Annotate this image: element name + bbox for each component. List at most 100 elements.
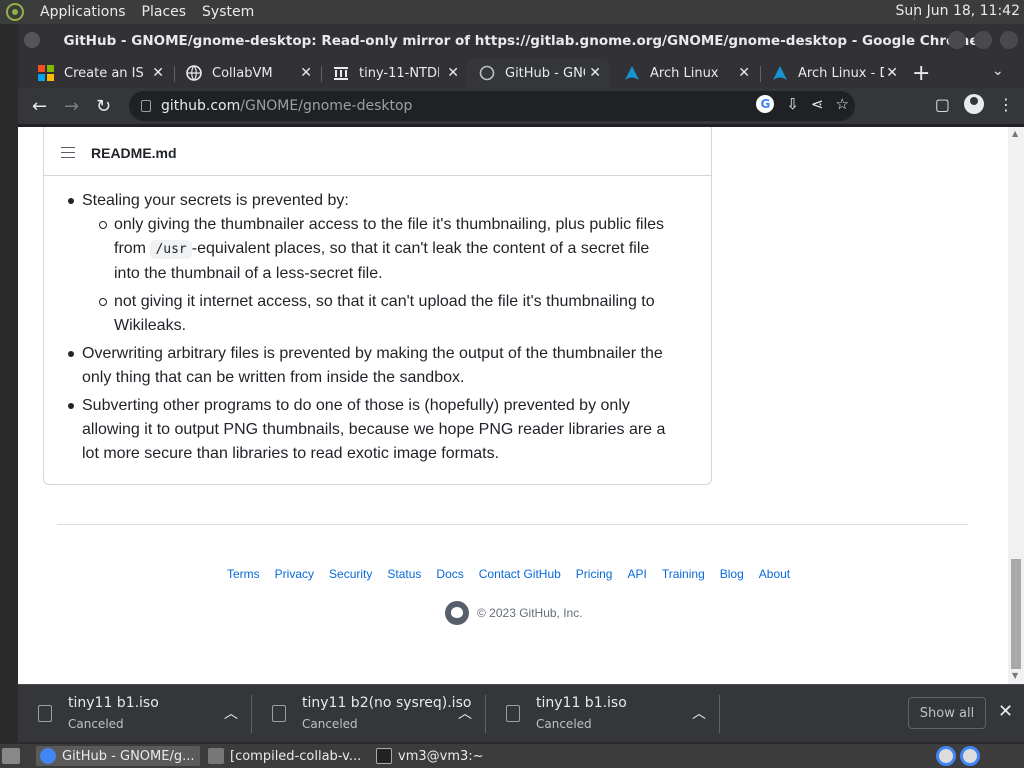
tab-title: GitHub - GNOME: [505, 65, 585, 81]
footer-link-api[interactable]: API: [627, 567, 646, 581]
download-item[interactable]: tiny11 b1.iso Canceled ︿: [18, 685, 252, 743]
taskbar-item-terminal[interactable]: vm3@vm3:~: [372, 746, 536, 766]
show-all-downloads-button[interactable]: Show all: [908, 697, 986, 729]
download-shelf: tiny11 b1.iso Canceled ︿ tiny11 b2(no sy…: [18, 684, 1024, 742]
tab-title: Arch Linux - D: [798, 65, 884, 81]
chrome-window: GitHub - GNOME/gnome-desktop: Read-only …: [18, 24, 1024, 742]
github-icon: [479, 65, 495, 81]
microsoft-icon: [38, 65, 54, 81]
readme-header: README.md: [44, 127, 711, 176]
install-app-icon[interactable]: ⇩: [786, 95, 799, 113]
download-status: Canceled: [536, 717, 592, 731]
list-item: Stealing your secrets is prevented by: o…: [68, 189, 667, 338]
applications-menu[interactable]: Applications: [32, 4, 134, 20]
profile-avatar-icon[interactable]: [964, 94, 984, 114]
share-icon[interactable]: ⋖: [811, 95, 824, 113]
footer-link-pricing[interactable]: Pricing: [576, 567, 613, 581]
arch-icon: [773, 66, 787, 80]
system-tray: [936, 746, 980, 766]
tab-github[interactable]: GitHub - GNOME ✕: [467, 58, 609, 88]
taskbar-item-collab[interactable]: [compiled-collab-v...: [204, 746, 368, 766]
web-page: README.md Stealing your secrets is preve…: [18, 127, 1008, 684]
page-scrollbar[interactable]: ▲ ▼: [1008, 127, 1024, 684]
tab-strip: Create an ISO ✕ CollabVM ✕ tiny-11-NTDEV…: [18, 58, 1024, 88]
chrome-tray-icon[interactable]: [936, 746, 956, 766]
gnome-foot-icon[interactable]: [6, 3, 24, 21]
tab-arch-linux[interactable]: Arch Linux ✕: [612, 58, 758, 88]
github-logo-icon[interactable]: [445, 601, 469, 625]
download-status: Canceled: [68, 717, 124, 731]
footer-link-contact[interactable]: Contact GitHub: [479, 567, 561, 581]
tab-create-iso[interactable]: Create an ISO ✕: [26, 58, 172, 88]
scroll-down-icon[interactable]: ▼: [1012, 671, 1018, 680]
new-tab-icon[interactable]: +: [912, 61, 930, 86]
download-filename: tiny11 b1.iso: [68, 695, 159, 711]
address-bar[interactable]: github.com/GNOME/gnome-desktop G ⇩ ⋖ ☆: [129, 91, 855, 121]
scrollbar-thumb[interactable]: [1011, 559, 1021, 669]
footer-links: Terms Privacy Security Status Docs Conta…: [227, 567, 805, 581]
footer-link-privacy[interactable]: Privacy: [275, 567, 314, 581]
list-item: Subverting other programs to do one of t…: [68, 394, 667, 466]
clock[interactable]: Sun Jun 18, 11:42: [896, 3, 1020, 19]
footer-copyright: © 2023 GitHub, Inc.: [445, 601, 583, 625]
minimize-icon[interactable]: [948, 31, 966, 49]
lock-icon[interactable]: [141, 100, 151, 112]
file-icon: [272, 705, 286, 722]
download-item[interactable]: tiny11 b1.iso Canceled ︿: [486, 685, 720, 743]
file-icon: [506, 705, 520, 722]
file-manager-icon: [208, 748, 224, 764]
download-item[interactable]: tiny11 b2(no sysreq).iso Canceled ︿: [252, 685, 486, 743]
file-icon: [38, 705, 52, 722]
maximize-icon[interactable]: [974, 31, 992, 49]
places-menu[interactable]: Places: [134, 4, 195, 20]
scroll-up-icon[interactable]: ▲: [1012, 129, 1018, 138]
close-tab-icon[interactable]: ✕: [886, 65, 898, 81]
forward-icon[interactable]: →: [64, 96, 79, 117]
chevron-up-icon[interactable]: ︿: [458, 703, 472, 723]
back-icon[interactable]: ←: [32, 96, 47, 117]
footer-divider: [57, 524, 968, 525]
close-tab-icon[interactable]: ✕: [152, 65, 164, 81]
footer-link-docs[interactable]: Docs: [436, 567, 463, 581]
chrome-menu-icon[interactable]: ⋮: [998, 95, 1014, 114]
browser-toolbar: ← → ↻ github.com/GNOME/gnome-desktop G ⇩…: [18, 88, 1024, 124]
globe-icon: [186, 65, 202, 81]
arch-icon: [625, 66, 639, 80]
download-filename: tiny11 b2(no sysreq).iso: [302, 695, 472, 711]
footer-link-terms[interactable]: Terms: [227, 567, 260, 581]
bottom-taskbar: GitHub - GNOME/g... [compiled-collab-v..…: [0, 744, 1024, 768]
chrome-tray-icon[interactable]: [960, 746, 980, 766]
side-panel-icon[interactable]: ▢: [935, 95, 950, 114]
outline-list-icon[interactable]: [61, 146, 75, 159]
close-tab-icon[interactable]: ✕: [300, 65, 312, 81]
footer-link-training[interactable]: Training: [662, 567, 705, 581]
footer-link-status[interactable]: Status: [387, 567, 421, 581]
close-window-icon[interactable]: [1000, 31, 1018, 49]
show-desktop-icon[interactable]: [2, 748, 20, 764]
close-tab-icon[interactable]: ✕: [738, 65, 750, 81]
tab-tiny11[interactable]: tiny-11-NTDEV ✕: [321, 58, 467, 88]
close-tab-icon[interactable]: ✕: [589, 65, 601, 81]
reload-icon[interactable]: ↻: [96, 96, 111, 117]
readme-content: Stealing your secrets is prevented by: o…: [68, 189, 667, 470]
tab-title: CollabVM: [212, 65, 273, 81]
taskbar-item-chrome[interactable]: GitHub - GNOME/g...: [36, 746, 200, 766]
tab-search-chevron-icon[interactable]: ⌄: [992, 63, 1004, 79]
close-shelf-icon[interactable]: ✕: [998, 701, 1013, 722]
chevron-up-icon[interactable]: ︿: [692, 703, 706, 723]
footer-link-blog[interactable]: Blog: [720, 567, 744, 581]
tab-collabvm[interactable]: CollabVM ✕: [174, 58, 320, 88]
window-menu-icon[interactable]: [24, 32, 40, 48]
terminal-icon: [376, 748, 392, 764]
close-tab-icon[interactable]: ✕: [447, 65, 459, 81]
readme-title[interactable]: README.md: [91, 145, 177, 161]
system-menu[interactable]: System: [194, 4, 262, 20]
footer-link-about[interactable]: About: [759, 567, 790, 581]
google-lens-icon[interactable]: G: [756, 95, 775, 113]
window-titlebar[interactable]: GitHub - GNOME/gnome-desktop: Read-only …: [18, 24, 1024, 58]
bookmark-star-icon[interactable]: ☆: [836, 95, 849, 113]
list-item: not giving it internet access, so that i…: [99, 290, 667, 338]
footer-link-security[interactable]: Security: [329, 567, 372, 581]
chevron-up-icon[interactable]: ︿: [224, 703, 238, 723]
tab-arch-linux-d[interactable]: Arch Linux - D ✕: [760, 58, 906, 88]
